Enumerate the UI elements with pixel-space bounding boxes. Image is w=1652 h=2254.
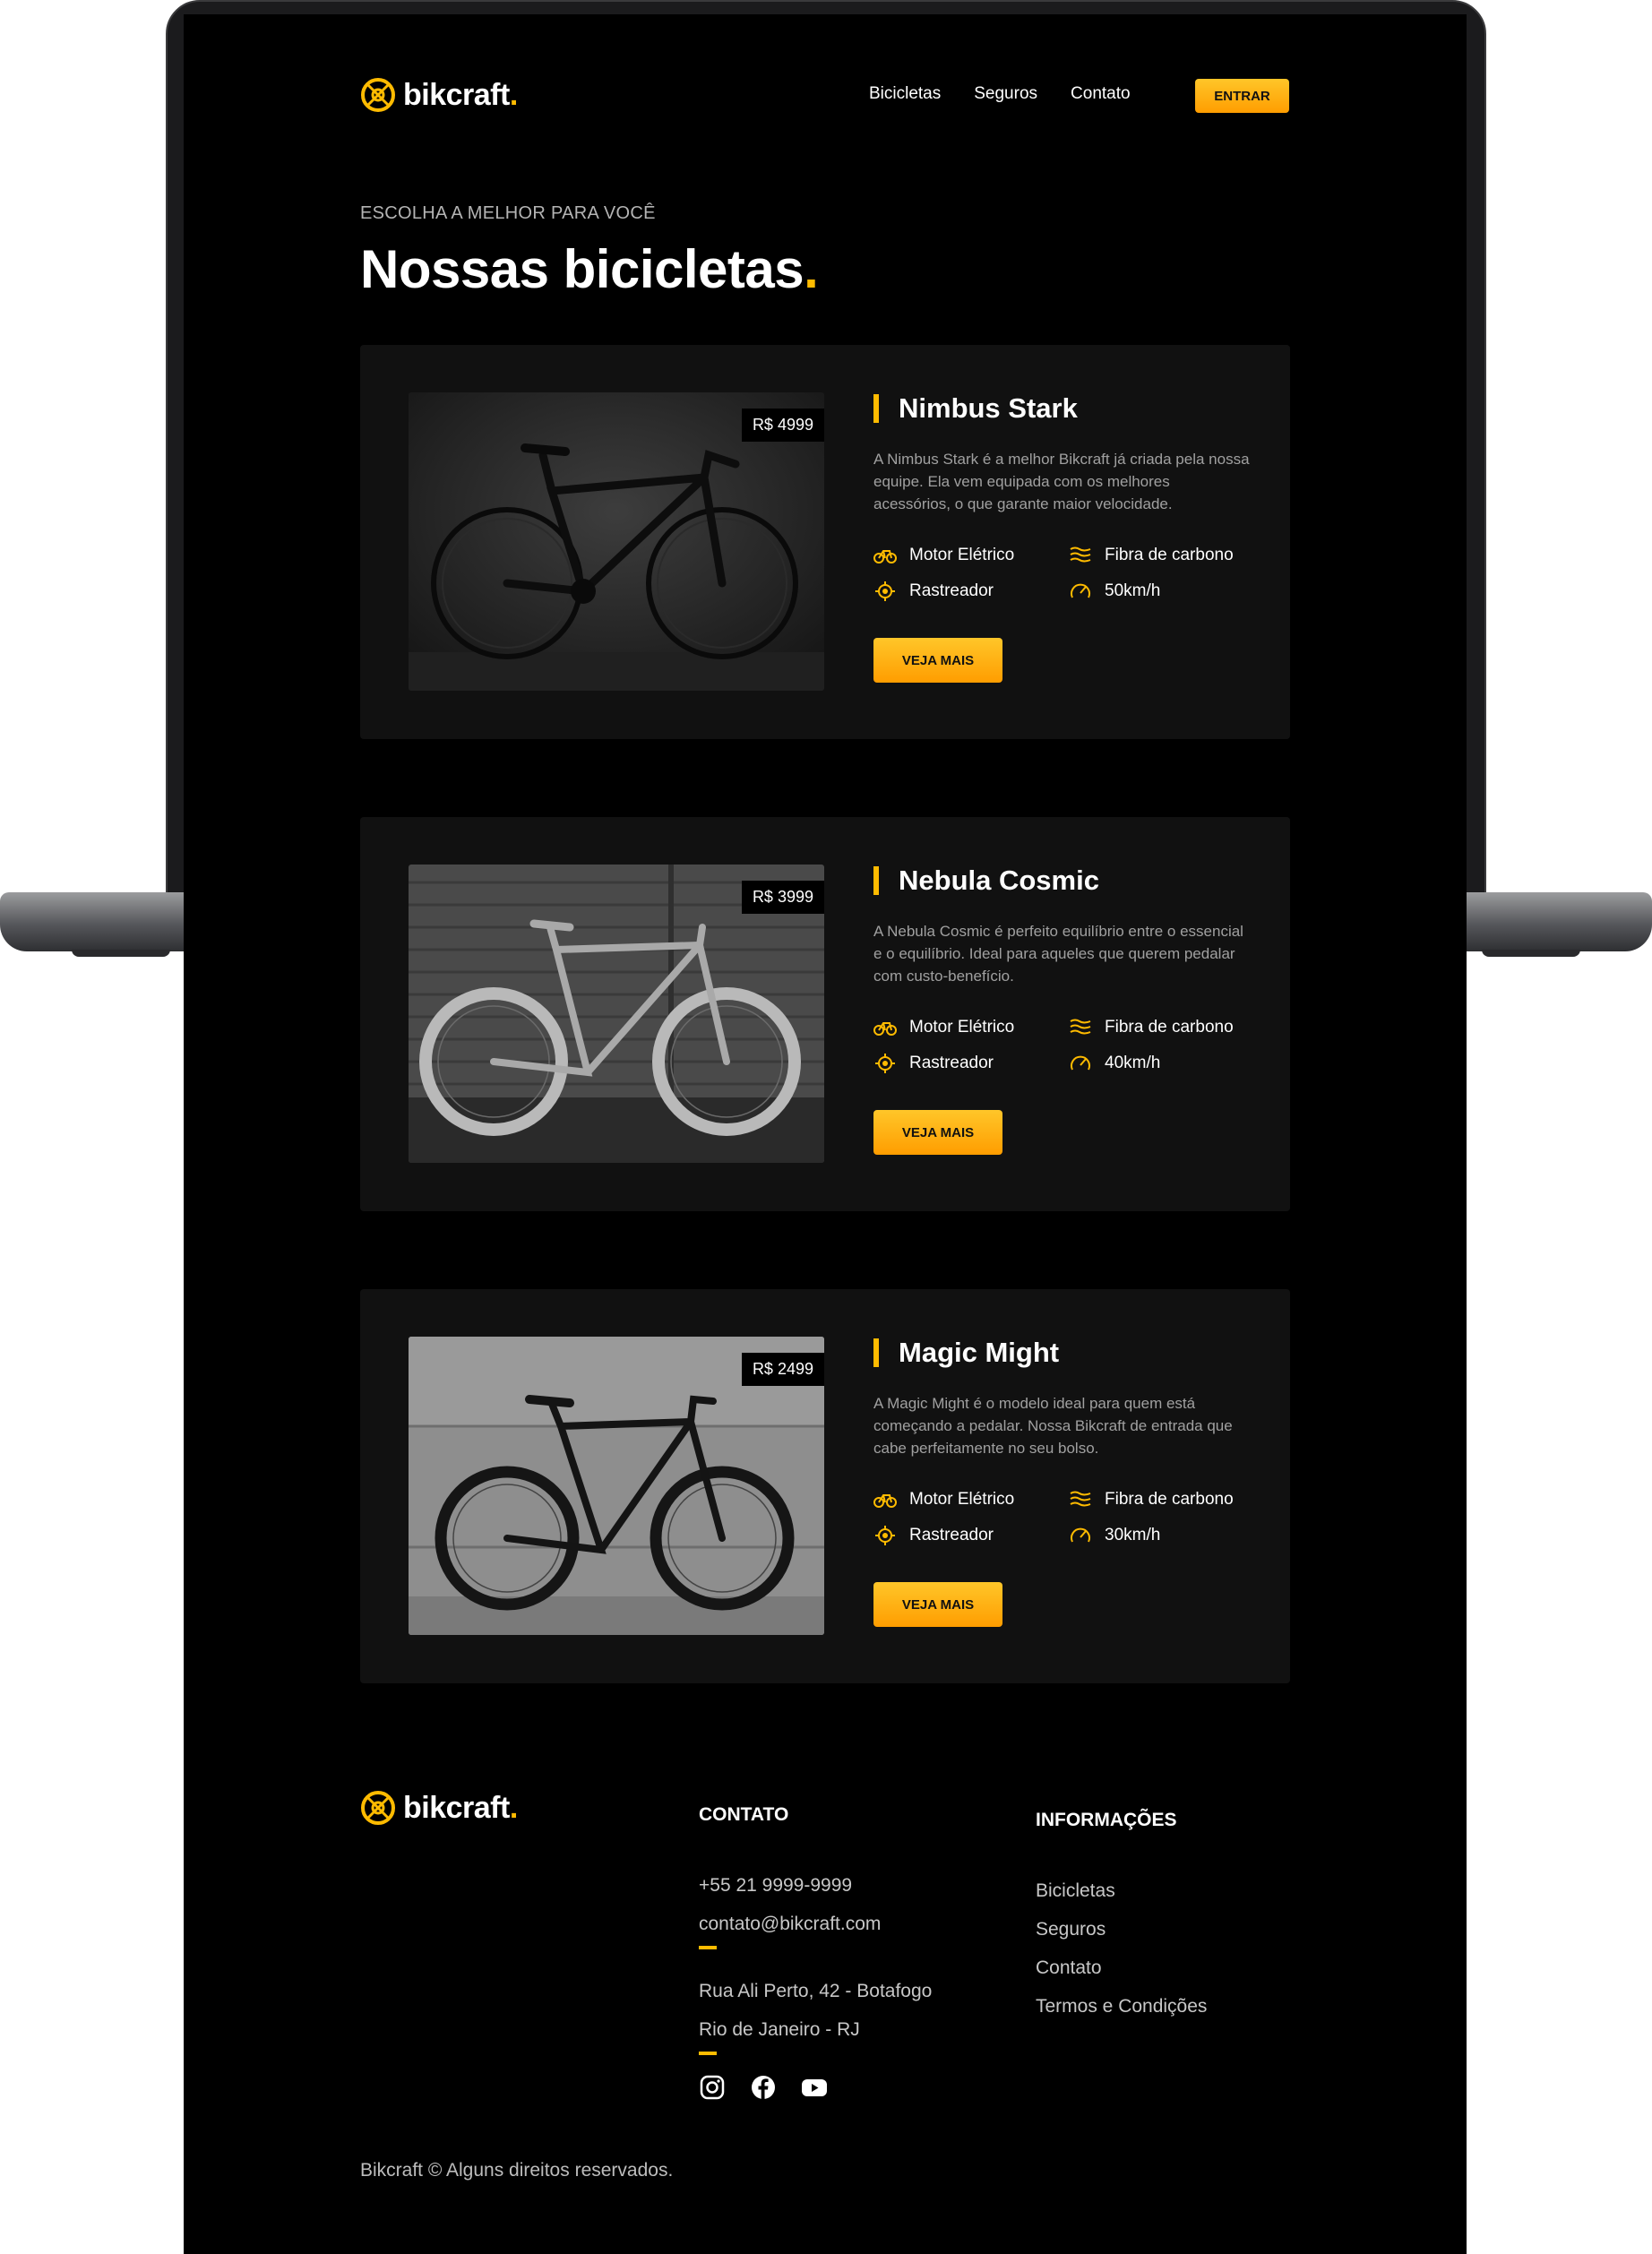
footer-phone[interactable]: +55 21 9999-9999 [699,1875,852,1897]
feature-item: Motor Elétrico [873,1489,1069,1510]
bike-description: A Nebula Cosmic é perfeito equilíbrio en… [873,923,1243,985]
feature-item: Motor Elétrico [873,1017,1069,1038]
bike-wheel-icon [361,78,395,112]
bike-photo[interactable]: R$ 4999 [409,392,824,691]
bike-photo[interactable]: R$ 2499 [409,1337,824,1635]
carbon-fiber-icon [1070,1491,1091,1507]
laptop-foot-right [1482,950,1580,957]
carbon-fiber-icon [1070,1019,1091,1035]
see-more-button[interactable]: VEJA MAIS [873,1582,1002,1627]
feature-item: Rastreador [873,1053,1069,1074]
nav-item-bicicletas[interactable]: Bicicletas [869,84,941,104]
electric-bike-icon [873,1494,897,1508]
tracker-icon [875,1526,895,1545]
footer-info-title: INFORMAÇÕES [1036,1810,1177,1830]
laptop-foot-left [72,950,170,957]
feature-item: Fibra de carbono [1069,545,1268,566]
footer-link-bicicletas[interactable]: Bicicletas [1036,1880,1115,1902]
footer-contact-title: CONTATO [699,1804,789,1825]
footer-divider [699,2052,717,2055]
bike-card: R$ 4999 Nimbus Stark A Nimbus Stark é a … [360,345,1290,739]
see-more-button[interactable]: VEJA MAIS [873,1110,1002,1155]
speedometer-icon [1071,1527,1090,1543]
footer-brand-logo[interactable]: bikcraft. [360,1790,518,1826]
feature-item: Rastreador [873,1525,1069,1546]
footer-address-line1: Rua Ali Perto, 42 - Botafogo [699,1981,933,2001]
feature-list: Motor Elétrico Fibra de carbono Rastread… [873,1489,1268,1546]
main-nav: Bicicletas Seguros Contato [869,84,1131,104]
bike-name: Magic Might [873,1338,1059,1367]
footer-email[interactable]: contato@bikcraft.com [699,1914,881,1935]
price-tag: R$ 4999 [741,409,824,442]
feature-list: Motor Elétrico Fibra de carbono Rastread… [873,545,1268,602]
website-screen: bikcraft. Bicicletas Seguros Contato ENT… [184,14,1467,2254]
feature-item: 50km/h [1069,581,1268,602]
nav-item-seguros[interactable]: Seguros [974,84,1037,104]
instagram-icon[interactable] [699,2074,726,2101]
footer-link-seguros[interactable]: Seguros [1036,1919,1106,1940]
feature-item: 40km/h [1069,1053,1268,1074]
feature-list: Motor Elétrico Fibra de carbono Rastread… [873,1017,1268,1074]
price-tag: R$ 3999 [741,881,824,914]
laptop-base-right [1464,892,1652,951]
feature-item: Fibra de carbono [1069,1017,1268,1038]
speedometer-icon [1071,583,1090,598]
laptop-base-left [0,892,188,951]
electric-bike-icon [873,1022,897,1036]
login-button[interactable]: ENTRAR [1195,79,1289,113]
bike-card: R$ 3999 Nebula Cosmic A Nebula Cosmic é … [360,817,1290,1211]
footer-link-contato[interactable]: Contato [1036,1957,1102,1979]
tracker-icon [875,1054,895,1073]
feature-item: Rastreador [873,581,1069,602]
page-title: Nossas bicicletas. [360,239,819,299]
speedometer-icon [1071,1055,1090,1071]
bike-description: A Magic Might é o modelo ideal para quem… [873,1395,1233,1457]
bike-card: R$ 2499 Magic Might A Magic Might é o mo… [360,1289,1290,1683]
feature-item: Motor Elétrico [873,545,1069,566]
price-tag: R$ 2499 [741,1353,824,1386]
see-more-button[interactable]: VEJA MAIS [873,638,1002,683]
bike-name: Nimbus Stark [873,394,1078,423]
carbon-fiber-icon [1070,546,1091,563]
feature-item: Fibra de carbono [1069,1489,1268,1510]
bike-description: A Nimbus Stark é a melhor Bikcraft já cr… [873,451,1250,512]
bike-photo[interactable]: R$ 3999 [409,865,824,1163]
youtube-icon[interactable] [801,2074,828,2101]
copyright: Bikcraft © Alguns direitos reservados. [360,2160,674,2181]
feature-item: 30km/h [1069,1525,1268,1546]
footer-divider [699,1946,717,1949]
brand-logo[interactable]: bikcraft. [360,77,518,113]
bike-name: Nebula Cosmic [873,866,1099,895]
facebook-icon[interactable] [750,2074,777,2101]
tracker-icon [875,581,895,601]
bike-wheel-icon [361,1791,395,1825]
footer-link-termos[interactable]: Termos e Condições [1036,1996,1207,2017]
nav-item-contato[interactable]: Contato [1071,84,1131,104]
footer-address-line2: Rio de Janeiro - RJ [699,2019,860,2040]
electric-bike-icon [873,550,897,564]
section-eyebrow: ESCOLHA A MELHOR PARA VOCÊ [360,203,656,223]
